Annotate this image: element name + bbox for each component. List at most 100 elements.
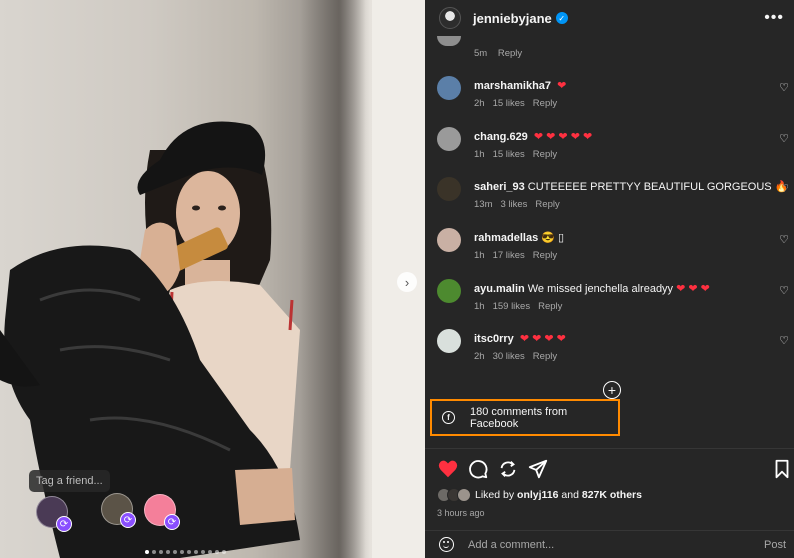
collab-badge-icon: ⟳ [120, 512, 136, 528]
save-bookmark-icon[interactable] [771, 458, 793, 480]
comment-like-heart-icon[interactable]: ♡ [779, 81, 789, 94]
carousel-dot [180, 550, 184, 554]
reply-button[interactable]: Reply [533, 351, 557, 362]
comment-like-heart-icon[interactable]: ♡ [779, 284, 789, 297]
carousel-dot [215, 550, 219, 554]
carousel-dot [208, 550, 212, 554]
comment-text: CUTEEEEE PRETTYY BEAUTIFUL GORGEOUS [527, 181, 772, 193]
repost-icon[interactable] [497, 458, 519, 480]
carousel-indicator [145, 550, 226, 554]
comment-username[interactable]: saheri_93 [474, 181, 525, 193]
reply-button[interactable]: Reply [533, 98, 557, 109]
carousel-dot [166, 550, 170, 554]
reply-button[interactable]: Reply [538, 301, 562, 312]
collab-badge-icon: ⟳ [56, 516, 72, 532]
comment-text: We missed jenchella alreadyy [527, 283, 674, 295]
post-timestamp: 3 hours ago [437, 508, 485, 518]
comment-emoji: ❤ ❤ ❤ ❤ [519, 333, 566, 345]
like-heart-icon[interactable] [437, 458, 459, 480]
post-actions [437, 458, 789, 480]
comment-avatar[interactable] [437, 329, 461, 353]
comment-text: 😎 ▯ [541, 232, 565, 244]
comment-avatar[interactable] [437, 76, 461, 100]
comment-avatar[interactable] [437, 177, 461, 201]
add-comment-input[interactable] [468, 538, 728, 551]
carousel-dot [201, 550, 205, 554]
comment-item: rahmadellas 😎 ▯ 1h 17 likes Reply ♡ [437, 228, 789, 268]
comment-emoji: ❤ ❤ ❤ ❤ ❤ [533, 131, 593, 143]
comment-like-heart-icon[interactable]: ♡ [779, 233, 789, 246]
comment-item: ayu.malin We missed jenchella alreadyy ❤ … [437, 279, 789, 319]
post-details-panel: jenniebyjane ✓ ••• 5m Reply marshamikha7… [425, 0, 794, 558]
comment-time: 1h [474, 301, 485, 312]
comment-username[interactable]: rahmadellas [474, 232, 538, 244]
comment-username[interactable]: itsc0rry [474, 333, 514, 345]
partial-comment: 5m Reply [437, 36, 530, 59]
carousel-dot [152, 550, 156, 554]
liker-avatar [457, 488, 471, 502]
facebook-comments-label: 180 comments from Facebook [469, 405, 568, 430]
next-slide-button[interactable]: › [397, 272, 417, 292]
comment-likes[interactable]: 159 likes [493, 301, 531, 312]
liked-by-user[interactable]: onlyj116 [517, 489, 558, 501]
ellipsis-icon[interactable]: ••• [764, 9, 784, 27]
comment-time: 2h [474, 98, 485, 109]
author-username[interactable]: jenniebyjane [473, 11, 552, 26]
comment-item: chang.629 ❤ ❤ ❤ ❤ ❤ 1h 15 likes Reply ♡ [437, 127, 789, 167]
emoji-icon[interactable] [439, 537, 454, 552]
carousel-dot [159, 550, 163, 554]
comment-time: 5m [474, 48, 488, 59]
reply-button[interactable]: Reply [533, 149, 557, 160]
comment-likes[interactable]: 17 likes [493, 250, 525, 261]
comment-likes[interactable]: 30 likes [493, 351, 525, 362]
reply-button[interactable]: Reply [533, 250, 557, 261]
load-more-comments-icon[interactable]: + [603, 381, 621, 399]
facebook-comments-link[interactable]: f 180 comments from Facebook [430, 399, 620, 436]
reply-button[interactable]: Reply [535, 199, 559, 210]
add-comment-bar: Post [425, 531, 794, 558]
comment-likes[interactable]: 15 likes [493, 98, 525, 109]
share-icon[interactable] [527, 458, 549, 480]
comment-avatar[interactable] [437, 228, 461, 252]
comment-avatar[interactable] [437, 279, 461, 303]
collab-badge-icon: ⟳ [164, 514, 180, 530]
comment-username[interactable]: chang.629 [474, 131, 528, 143]
likes-summary[interactable]: Liked by onlyj116 and 827K others [437, 488, 642, 502]
carousel-dot [187, 550, 191, 554]
verified-badge-icon: ✓ [555, 12, 568, 24]
facebook-icon: f [442, 411, 455, 424]
comment-username[interactable]: ayu.malin [474, 283, 525, 295]
comment-time: 13m [474, 199, 493, 210]
likes-count[interactable]: 827K others [582, 489, 642, 501]
comment-time: 1h [474, 250, 485, 261]
comment-item: itsc0rry ❤ ❤ ❤ ❤ 2h 30 likes Reply ♡ [437, 329, 789, 369]
comment-time: 1h [474, 149, 485, 160]
reply-button[interactable]: Reply [498, 48, 522, 59]
likes-prefix: Liked by [475, 489, 515, 501]
post-comment-button[interactable]: Post [764, 539, 786, 551]
tag-friend-prompt[interactable]: Tag a friend... [29, 470, 110, 492]
comment-likes[interactable]: 15 likes [493, 149, 525, 160]
divider [425, 448, 794, 449]
carousel-dot [145, 550, 149, 554]
carousel-dot [173, 550, 177, 554]
comment-like-heart-icon[interactable]: ♡ [779, 132, 789, 145]
comment-likes[interactable]: 3 likes [500, 199, 527, 210]
comment-time: 2h [474, 351, 485, 362]
comment-like-heart-icon[interactable]: ♡ [779, 334, 789, 347]
comment-avatar[interactable] [437, 36, 461, 46]
carousel-dot [194, 550, 198, 554]
post-photo[interactable]: › Tag a friend... ⟳ ⟳ ⟳ [0, 0, 425, 558]
author-avatar[interactable] [439, 7, 461, 29]
comment-emoji: ❤ [557, 80, 567, 92]
comment-item: saheri_93 CUTEEEEE PRETTYY BEAUTIFUL GORG… [437, 177, 789, 217]
comment-item: marshamikha7 ❤ 2h 15 likes Reply ♡ [437, 76, 789, 116]
likes-and: and [561, 489, 579, 501]
comment-emoji: ❤ ❤ ❤ [676, 283, 710, 295]
comment-like-heart-icon[interactable]: ♡ [779, 182, 789, 195]
comment-username[interactable]: marshamikha7 [474, 80, 551, 92]
comment-avatar[interactable] [437, 127, 461, 151]
chevron-right-icon: › [404, 274, 410, 290]
comment-icon[interactable] [467, 458, 489, 480]
carousel-dot [222, 550, 226, 554]
